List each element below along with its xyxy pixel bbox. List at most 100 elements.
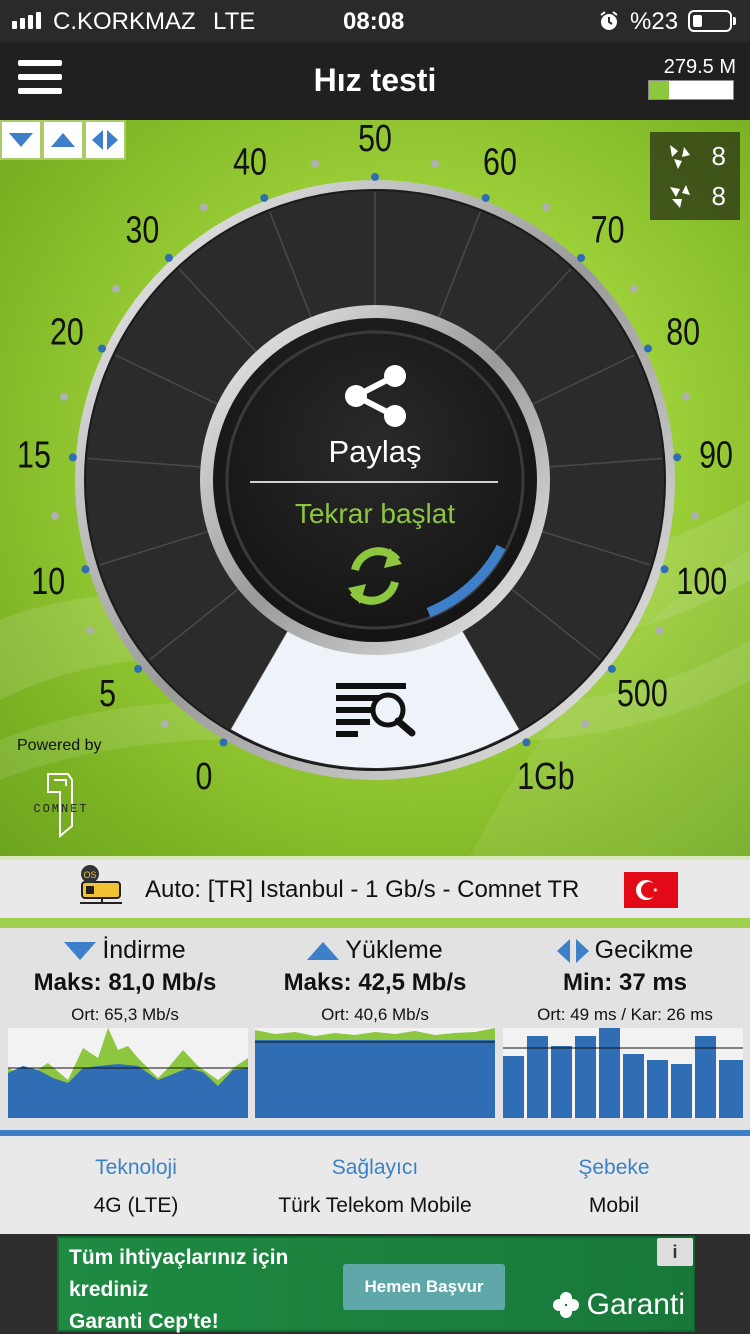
scale-tick [134, 664, 143, 673]
data-usage-bar [648, 80, 734, 100]
scale-dot [581, 720, 590, 729]
scale-label: 0 [196, 756, 213, 798]
upload-max: Maks: 42,5 Mb/s [283, 969, 467, 996]
scale-tick [607, 664, 616, 673]
comnet-logo[interactable]: COMNET [22, 770, 100, 840]
download-max: Maks: 81,0 Mb/s [33, 969, 217, 996]
upload-icon [307, 941, 340, 960]
upload-stat: Yükleme Maks: 42,5 Mb/s Ort: 40,6 Mb/s [250, 928, 500, 1025]
scale-label: 1Gb [517, 756, 574, 798]
latency-avg: Ort: 49 ms / Kar: 26 ms [537, 1005, 713, 1024]
latency-icon [556, 938, 589, 963]
download-mode-button[interactable] [0, 120, 42, 160]
download-title: İndirme [102, 936, 186, 964]
alarm-icon [600, 11, 618, 30]
download-graph [8, 1028, 248, 1118]
upload-threads-icon [670, 185, 690, 208]
scale-tick [660, 565, 669, 574]
scale-dot [430, 159, 439, 168]
scale-dot [160, 720, 169, 729]
scale-dot [682, 392, 691, 401]
scale-label: 15 [17, 434, 51, 476]
scale-dot [86, 626, 95, 635]
connection-info: Teknoloji 4G (LTE) Sağlayıcı Türk Teleko… [0, 1136, 750, 1234]
provider-label: Sağlayıcı [331, 1156, 419, 1179]
comnet-logo-text: COMNET [33, 802, 88, 816]
download-threads-icon [670, 145, 690, 169]
scale-label: 100 [676, 561, 727, 603]
carrier-name: C.KORKMAZ [53, 8, 196, 35]
scale-label: 80 [666, 311, 700, 353]
speed-gauge[interactable]: Paylaş Tekrar başlat 0 5 10 15 20 30 40 50 60 70 8… [0, 120, 750, 856]
upload-avg: Ort: 40,6 Mb/s [321, 1005, 429, 1024]
ad-line-3: Garanti Cep'te! [69, 1310, 219, 1333]
provider-value: Türk Telekom Mobile [278, 1194, 472, 1217]
latency-graph [503, 1028, 743, 1118]
scale-label: 50 [358, 120, 392, 160]
battery-percent: %23 [630, 8, 679, 35]
ping-arrows-icon [92, 130, 118, 150]
page-title: Hız testi [313, 62, 437, 98]
latency-min: Min: 37 ms [562, 969, 688, 996]
test-mode-buttons [0, 120, 126, 160]
ad-info-icon[interactable]: i [657, 1238, 693, 1266]
technology-label: Teknoloji [95, 1156, 177, 1179]
ad-apply-button[interactable]: Hemen Başvur [343, 1264, 505, 1310]
scale-label: 5 [99, 673, 116, 715]
scale-label: 60 [483, 142, 517, 184]
network-info: Şebeke Mobil [489, 1156, 739, 1218]
hub [213, 318, 537, 642]
upload-mode-button[interactable] [42, 120, 84, 160]
scale-tick [164, 253, 173, 262]
ad-text: Tüm ihtiyaçlarınız için krediniz Garanti… [69, 1242, 288, 1334]
server-label[interactable]: Auto: [TR] Istanbul - 1 Gb/s - Comnet TR [145, 876, 579, 904]
triangle-down-icon [9, 133, 33, 147]
download-stat: İndirme Maks: 81,0 Mb/s Ort: 65,3 Mb/s [0, 928, 250, 1025]
scale-dot [690, 512, 699, 521]
download-icon [64, 941, 97, 960]
ad-brand-name: Garanti [586, 1288, 685, 1321]
scale-label: 40 [233, 142, 267, 184]
ad-line-2: krediniz [69, 1278, 149, 1301]
upload-title: Yükleme [345, 936, 443, 964]
ad-banner[interactable]: Tüm ihtiyaçlarınız için krediniz Garanti… [57, 1236, 695, 1334]
share-label[interactable]: Paylaş [328, 434, 421, 469]
scale-dot [655, 626, 664, 635]
clover-icon [552, 1292, 579, 1318]
ad-line-1: Tüm ihtiyaçlarınız için [69, 1246, 289, 1269]
powered-by-label: Powered by [17, 737, 102, 754]
scale-label: 20 [50, 311, 84, 353]
ping-mode-button[interactable] [84, 120, 126, 160]
scale-label: 30 [125, 209, 159, 251]
scale-tick [577, 253, 586, 262]
scale-tick [643, 344, 652, 353]
data-usage: 279.5 M [663, 56, 736, 78]
status-bar: C.KORKMAZ LTE 08:08 %23 [0, 0, 750, 42]
results-panel: İndirme Maks: 81,0 Mb/s Ort: 65,3 Mb/s Y… [0, 918, 750, 1136]
speed-gauge-area: Paylaş Tekrar başlat 0 5 10 15 20 30 40 50 60 70 8… [0, 120, 750, 856]
battery-icon [688, 10, 736, 32]
network-type: LTE [213, 8, 256, 35]
signal-icon [12, 12, 41, 29]
scale-dot [542, 203, 551, 212]
download-avg: Ort: 65,3 Mb/s [71, 1005, 179, 1024]
scale-label: 70 [591, 209, 625, 251]
server-bar[interactable]: OS Auto: [TR] Istanbul - 1 Gb/s - Comnet… [0, 856, 750, 918]
provider-info: Sağlayıcı Türk Telekom Mobile [250, 1156, 500, 1218]
technology-value: 4G (LTE) [93, 1194, 179, 1217]
scale-dot [630, 284, 639, 293]
upload-threads: 8 [711, 180, 726, 211]
latency-stat: Gecikme Min: 37 ms Ort: 49 ms / Kar: 26 … [500, 928, 750, 1025]
scale-tick [260, 193, 269, 202]
technology-info: Teknoloji 4G (LTE) [11, 1156, 261, 1218]
scale-tick [81, 565, 90, 574]
scale-tick [219, 738, 228, 747]
scale-dot [111, 284, 120, 293]
scale-tick [522, 738, 531, 747]
scale-tick [371, 173, 379, 181]
network-value: Mobil [588, 1194, 640, 1217]
scale-dot [51, 512, 60, 521]
scale-tick [68, 453, 77, 462]
restart-label[interactable]: Tekrar başlat [295, 498, 456, 529]
scale-tick [481, 193, 490, 202]
